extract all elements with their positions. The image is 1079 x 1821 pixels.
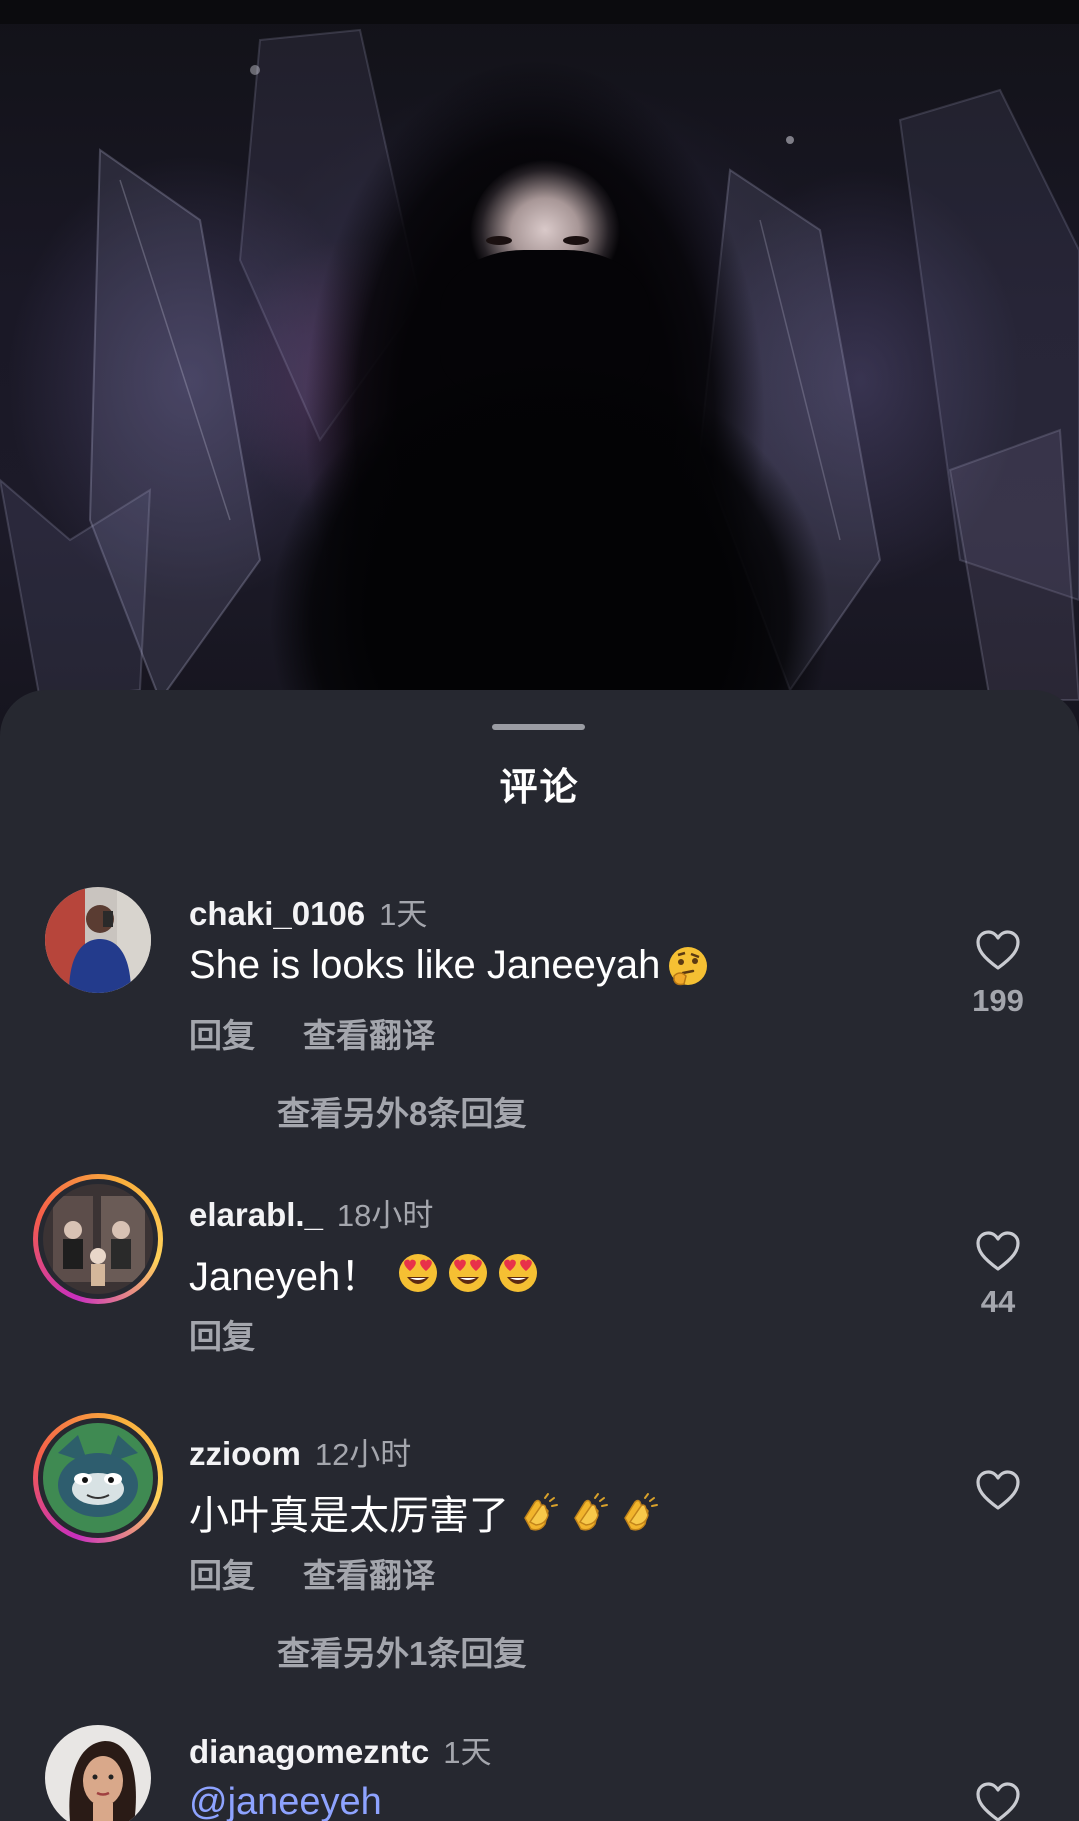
username[interactable]: zzioom xyxy=(189,1435,301,1473)
figure-eye-right xyxy=(563,236,589,245)
timestamp: 18小时 xyxy=(336,1198,434,1233)
avatar[interactable] xyxy=(45,887,151,993)
timestamp: 1天 xyxy=(379,897,428,932)
username[interactable]: dianagomezntc xyxy=(189,1733,429,1771)
like-button[interactable]: 199 xyxy=(950,929,1046,1019)
like-button[interactable] xyxy=(950,1469,1046,1511)
sheet-title: 评论 xyxy=(499,767,580,809)
avatar-image xyxy=(43,1423,153,1533)
avatar-story-ring[interactable] xyxy=(33,1174,163,1304)
avatar[interactable] xyxy=(45,1725,151,1821)
reply-button[interactable]: 回复 xyxy=(189,1310,255,1358)
comment-text: Janeyeh！ xyxy=(189,1255,381,1299)
like-button[interactable]: 44 xyxy=(950,1230,1046,1320)
avatar-image xyxy=(43,1184,153,1294)
timestamp: 12小时 xyxy=(314,1437,412,1472)
reply-button[interactable]: 回复 xyxy=(189,1549,255,1597)
heart-outline-icon xyxy=(976,1231,1020,1271)
video-background[interactable] xyxy=(0,0,1079,780)
heart-eyes-emoji xyxy=(396,1251,440,1295)
heart-outline-icon xyxy=(976,1470,1020,1510)
avatar-image xyxy=(45,1725,151,1821)
avatar-story-ring[interactable] xyxy=(33,1413,163,1543)
like-button[interactable] xyxy=(950,1781,1046,1821)
clapping-hands-emoji xyxy=(615,1490,659,1534)
timestamp: 1天 xyxy=(443,1735,492,1770)
clapping-hands-emoji xyxy=(515,1490,559,1534)
username[interactable]: elarabl._ xyxy=(189,1196,323,1234)
comments-sheet: 评论 chaki_0106 1天 She is looks like Janee… xyxy=(0,690,1079,1821)
heart-outline-icon xyxy=(976,930,1020,970)
app-screen: 评论 chaki_0106 1天 She is looks like Janee… xyxy=(0,0,1079,1821)
comment-text: 小叶真是太厉害了 xyxy=(189,1494,509,1538)
view-more-replies-button[interactable]: 查看另外1条回复 xyxy=(277,1627,526,1675)
username[interactable]: chaki_0106 xyxy=(189,895,365,933)
reply-button[interactable]: 回复 xyxy=(189,1009,255,1057)
clapping-hands-emoji xyxy=(565,1490,609,1534)
heart-outline-icon xyxy=(976,1782,1020,1821)
view-more-replies-button[interactable]: 查看另外8条回复 xyxy=(277,1087,526,1135)
heart-eyes-emoji xyxy=(496,1251,540,1295)
translate-button[interactable]: 查看翻译 xyxy=(303,1009,435,1057)
like-count: 199 xyxy=(972,983,1024,1018)
drag-handle[interactable] xyxy=(492,724,585,730)
thinking-face-emoji xyxy=(666,944,710,988)
figure-eye-left xyxy=(486,236,512,245)
heart-eyes-emoji xyxy=(446,1251,490,1295)
avatar-image xyxy=(45,887,151,993)
translate-button[interactable]: 查看翻译 xyxy=(303,1549,435,1597)
like-count: 44 xyxy=(980,1284,1016,1319)
comment-text: She is looks like Janeeyah xyxy=(189,943,661,987)
mention-link[interactable]: @janeeyeh xyxy=(189,1781,382,1821)
